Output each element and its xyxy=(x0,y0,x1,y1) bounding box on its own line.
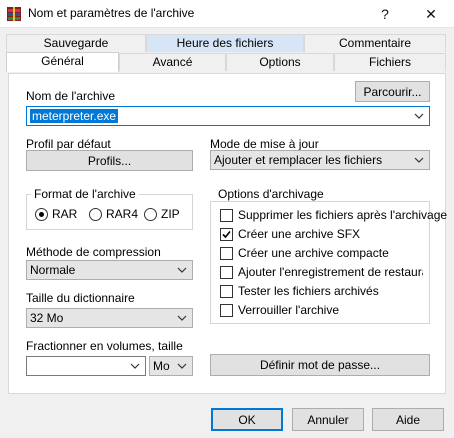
option-lock-archive-label: Verrouiller l'archive xyxy=(238,303,339,317)
help-title-label: ? xyxy=(381,6,389,22)
option-create-sfx-label: Créer une archive SFX xyxy=(238,227,361,241)
tab-strip: Sauvegarde Heure des fichiers Commentair… xyxy=(6,34,448,74)
update-mode-value: Ajouter et remplacer les fichiers xyxy=(214,153,383,167)
close-button[interactable]: ✕ xyxy=(408,0,454,28)
radio-rar-circle[interactable] xyxy=(35,207,48,221)
option-test-files-label: Tester les fichiers archivés xyxy=(238,284,379,298)
chevron-down-icon xyxy=(414,157,424,163)
radio-zip-label: ZIP xyxy=(161,207,180,221)
compression-value: Normale xyxy=(30,263,76,277)
radio-rar4[interactable]: RAR4 xyxy=(89,207,138,221)
tab-avance[interactable]: Avancé xyxy=(119,53,226,71)
compression-label: Méthode de compression xyxy=(26,245,161,259)
help-button[interactable]: Aide xyxy=(372,408,444,431)
radio-zip-circle[interactable] xyxy=(144,207,157,221)
radio-zip[interactable]: ZIP xyxy=(144,207,180,221)
option-lock-archive[interactable]: Verrouiller l'archive xyxy=(220,303,339,317)
tab-commentaire[interactable]: Commentaire xyxy=(304,34,446,52)
update-mode-select[interactable]: Ajouter et remplacer les fichiers xyxy=(210,150,430,170)
default-profile-label: Profil par défaut xyxy=(26,137,111,151)
cancel-button[interactable]: Annuler xyxy=(292,408,364,431)
tab-fichiers[interactable]: Fichiers xyxy=(334,53,446,71)
tab-options[interactable]: Options xyxy=(226,53,334,71)
help-button-label: Aide xyxy=(395,412,421,427)
window-title: Nom et paramètres de l'archive xyxy=(28,6,195,20)
option-solid-archive[interactable]: Créer une archive compacte xyxy=(220,246,389,260)
close-icon: ✕ xyxy=(425,5,437,22)
tab-sauvegarde[interactable]: Sauvegarde xyxy=(6,34,146,52)
set-password-button[interactable]: Définir mot de passe... xyxy=(210,354,430,376)
checkbox-test-files[interactable] xyxy=(220,284,233,298)
checkbox-solid-archive[interactable] xyxy=(220,246,233,260)
browse-button[interactable]: Parcourir... xyxy=(355,81,430,102)
chevron-down-icon[interactable] xyxy=(413,110,425,122)
ok-button-label: OK xyxy=(238,412,256,427)
tab-general[interactable]: Général xyxy=(6,52,119,72)
option-test-files[interactable]: Tester les fichiers archivés xyxy=(220,284,379,298)
checkbox-create-sfx[interactable] xyxy=(220,227,233,241)
option-recovery-record-label: Ajouter l'enregistrement de restauration xyxy=(238,265,423,279)
option-delete-files[interactable]: Supprimer les fichiers après l'archivage xyxy=(220,208,447,222)
update-mode-label: Mode de mise à jour xyxy=(210,137,319,151)
volumes-label: Fractionner en volumes, taille xyxy=(26,339,183,353)
compression-select[interactable]: Normale xyxy=(26,260,193,280)
radio-rar-label: RAR xyxy=(52,207,78,221)
chevron-down-icon xyxy=(177,267,187,273)
archive-options-title: Options d'archivage xyxy=(215,187,327,201)
option-solid-archive-label: Créer une archive compacte xyxy=(238,246,389,260)
browse-button-label: Parcourir... xyxy=(363,84,422,99)
ok-button[interactable]: OK xyxy=(211,408,283,431)
checkbox-recovery-record[interactable] xyxy=(220,265,233,279)
chevron-down-icon xyxy=(177,363,187,369)
chevron-down-icon xyxy=(177,315,187,321)
profiles-button[interactable]: Profils... xyxy=(26,150,193,171)
option-delete-files-label: Supprimer les fichiers après l'archivage xyxy=(238,208,448,222)
set-password-label: Définir mot de passe... xyxy=(259,358,381,372)
tab-heure-fichiers[interactable]: Heure des fichiers xyxy=(146,34,304,52)
radio-rar[interactable]: RAR xyxy=(35,207,77,221)
dictionary-select[interactable]: 32 Mo xyxy=(26,308,193,328)
checkbox-lock-archive[interactable] xyxy=(220,303,233,317)
checkmark-icon xyxy=(222,230,231,238)
archive-name-value: meterpreter.exe xyxy=(30,109,119,123)
help-title-button[interactable]: ? xyxy=(362,0,408,28)
volume-size-input[interactable] xyxy=(26,356,146,376)
radio-rar4-circle[interactable] xyxy=(89,207,102,221)
option-recovery-record[interactable]: Ajouter l'enregistrement de restauration xyxy=(220,265,423,279)
archive-name-label: Nom de l'archive xyxy=(26,89,115,103)
chevron-down-icon[interactable] xyxy=(129,360,141,372)
profiles-button-label: Profils... xyxy=(87,153,132,168)
winrar-app-icon xyxy=(6,6,22,22)
radio-rar4-label: RAR4 xyxy=(106,207,139,221)
volume-unit-value: Mo xyxy=(153,359,170,373)
cancel-button-label: Annuler xyxy=(307,412,349,427)
option-create-sfx[interactable]: Créer une archive SFX xyxy=(220,227,360,241)
archive-name-input[interactable]: meterpreter.exe xyxy=(26,106,430,126)
checkbox-delete-files[interactable] xyxy=(220,208,233,222)
dictionary-value: 32 Mo xyxy=(30,311,64,325)
volume-unit-select[interactable]: Mo xyxy=(149,356,193,376)
archive-format-title: Format de l'archive xyxy=(31,187,139,201)
dictionary-label: Taille du dictionnaire xyxy=(26,291,135,305)
